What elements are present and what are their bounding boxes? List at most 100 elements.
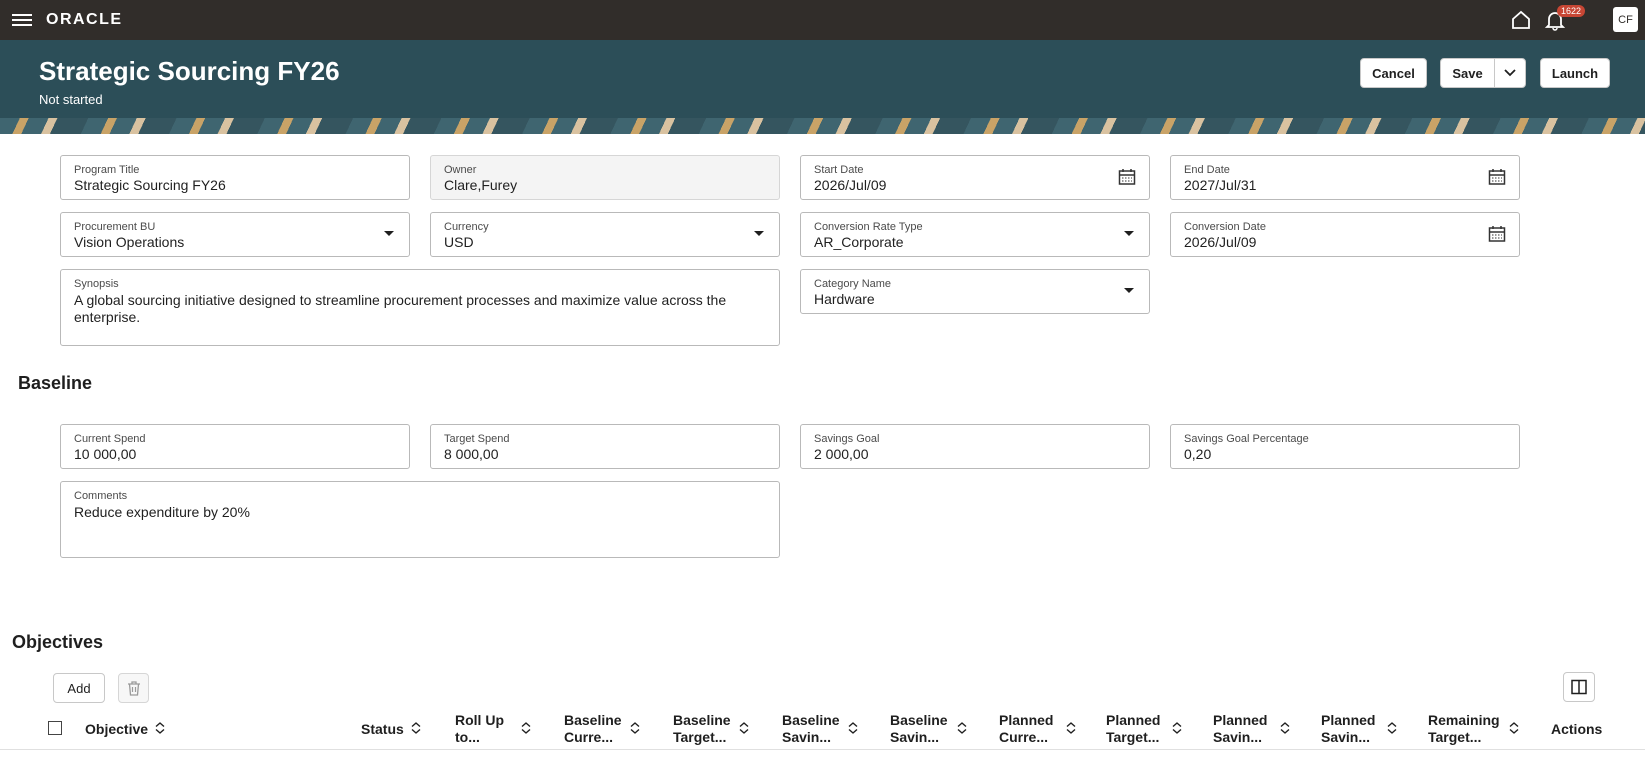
column-header-line: Target...	[1106, 729, 1160, 745]
sort-icon[interactable]	[411, 722, 421, 734]
columns-icon	[1571, 679, 1587, 695]
chevron-down-icon[interactable]	[753, 230, 765, 238]
sort-icon[interactable]	[155, 722, 165, 734]
column-header-line: Curre...	[564, 729, 614, 745]
column-header-line: Savin...	[1213, 729, 1263, 745]
page-header: Strategic Sourcing FY26 Not started Canc…	[0, 40, 1645, 134]
calendar-icon[interactable]	[1488, 168, 1506, 186]
sort-icon[interactable]	[1066, 722, 1076, 734]
objectives-table-header: Objective Status Roll Up to... Baseline Curre…	[0, 704, 1645, 750]
trash-icon	[127, 680, 140, 696]
cancel-button[interactable]: Cancel	[1360, 58, 1427, 88]
column-header[interactable]: Planned Target...	[1106, 712, 1160, 746]
field-label: Savings Goal Percentage	[1184, 433, 1309, 445]
chevron-down-icon[interactable]	[1123, 287, 1135, 295]
columns-button[interactable]	[1563, 672, 1595, 702]
conversion-date-field[interactable]: Conversion Date 2026/Jul/09	[1170, 212, 1520, 257]
sort-icon[interactable]	[957, 722, 967, 734]
launch-button[interactable]: Launch	[1540, 58, 1610, 88]
column-header-line: Savin...	[782, 729, 832, 745]
column-header-line: Roll Up	[455, 712, 504, 728]
field-value: 8 000,00	[444, 446, 499, 462]
oracle-logo[interactable]: ORACLE	[46, 11, 123, 29]
field-value: AR_Corporate	[814, 234, 904, 250]
page-title: Strategic Sourcing FY26	[39, 56, 340, 86]
column-header[interactable]: Baseline Curre...	[564, 712, 622, 746]
column-header-line: Baseline	[890, 712, 948, 728]
field-value: Clare,Furey	[444, 177, 518, 193]
column-header[interactable]: Objective	[85, 721, 148, 738]
column-header-line: Planned	[999, 712, 1054, 728]
column-header[interactable]: Actions	[1551, 721, 1602, 738]
calendar-icon[interactable]	[1488, 225, 1506, 243]
column-header[interactable]: Status	[361, 721, 404, 738]
field-label: Procurement BU	[74, 221, 156, 233]
sort-icon[interactable]	[521, 722, 531, 734]
currency-select[interactable]: Currency USD	[430, 212, 780, 257]
field-value: A global sourcing initiative designed to…	[74, 292, 727, 325]
field-value: 2 000,00	[814, 446, 869, 462]
add-objective-button[interactable]: Add	[53, 673, 105, 703]
field-value: Hardware	[814, 291, 875, 307]
savings-goal-field[interactable]: Savings Goal 2 000,00	[800, 424, 1150, 469]
select-all-checkbox[interactable]	[48, 721, 62, 735]
menu-icon[interactable]	[12, 11, 32, 29]
sort-icon[interactable]	[1509, 722, 1519, 734]
column-header[interactable]: Remaining Target...	[1428, 712, 1500, 746]
column-header-line: Baseline	[782, 712, 840, 728]
column-header[interactable]: Planned Savin...	[1213, 712, 1267, 746]
field-value: 2026/Jul/09	[814, 177, 887, 193]
conversion-rate-type-select[interactable]: Conversion Rate Type AR_Corporate	[800, 212, 1150, 257]
sort-icon[interactable]	[630, 722, 640, 734]
field-value: Strategic Sourcing FY26	[74, 177, 226, 193]
sort-icon[interactable]	[848, 722, 858, 734]
field-value: 10 000,00	[74, 446, 137, 462]
sort-icon[interactable]	[1387, 722, 1397, 734]
avatar[interactable]: CF	[1613, 7, 1638, 32]
column-header-line: Baseline	[673, 712, 731, 728]
current-spend-field[interactable]: Current Spend 10 000,00	[60, 424, 410, 469]
field-label: Program Title	[74, 164, 140, 176]
column-header-line: Savin...	[1321, 729, 1371, 745]
delete-objective-button[interactable]	[118, 673, 149, 703]
target-spend-field[interactable]: Target Spend 8 000,00	[430, 424, 780, 469]
column-header[interactable]: Roll Up to...	[455, 712, 504, 746]
field-value: USD	[444, 234, 474, 250]
column-header[interactable]: Baseline Savin...	[782, 712, 840, 746]
chevron-down-icon[interactable]	[383, 230, 395, 238]
column-header[interactable]: Planned Curre...	[999, 712, 1053, 746]
comments-textarea[interactable]: Comments Reduce expenditure by 20%	[60, 481, 780, 558]
column-header-line: Remaining	[1428, 712, 1500, 728]
program-title-field[interactable]: Program Title Strategic Sourcing FY26	[60, 155, 410, 200]
sort-icon[interactable]	[1172, 722, 1182, 734]
start-date-field[interactable]: Start Date 2026/Jul/09	[800, 155, 1150, 200]
chevron-down-icon[interactable]	[1123, 230, 1135, 238]
column-header-line: Savin...	[890, 729, 940, 745]
home-icon[interactable]	[1510, 9, 1532, 31]
field-label: Category Name	[814, 278, 892, 290]
column-header-line: to...	[455, 729, 480, 745]
save-menu-button[interactable]	[1494, 58, 1526, 88]
column-header[interactable]: Baseline Target...	[673, 712, 731, 746]
field-label: Savings Goal	[814, 433, 880, 445]
savings-goal-percentage-field[interactable]: Savings Goal Percentage 0,20	[1170, 424, 1520, 469]
column-header-line: Curre...	[999, 729, 1049, 745]
baseline-section-title: Baseline	[18, 373, 93, 393]
sort-icon[interactable]	[739, 722, 749, 734]
column-header-line: Actions	[1551, 721, 1603, 737]
procurement-bu-select[interactable]: Procurement BU Vision Operations	[60, 212, 410, 257]
column-header[interactable]: Baseline Savin...	[890, 712, 948, 746]
save-button[interactable]: Save	[1440, 58, 1495, 88]
synopsis-textarea[interactable]: Synopsis A global sourcing initiative de…	[60, 269, 780, 346]
end-date-field[interactable]: End Date 2027/Jul/31	[1170, 155, 1520, 200]
category-name-select[interactable]: Category Name Hardware	[800, 269, 1150, 314]
field-value: Reduce expenditure by 20%	[74, 504, 250, 520]
calendar-icon[interactable]	[1118, 168, 1136, 186]
column-header-line: Planned	[1213, 712, 1268, 728]
sort-icon[interactable]	[1280, 722, 1290, 734]
column-header[interactable]: Planned Savin...	[1321, 712, 1375, 746]
chevron-down-icon	[1504, 69, 1516, 77]
field-label: Owner	[444, 164, 477, 176]
field-label: Comments	[74, 490, 128, 502]
notification-badge: 1622	[1557, 5, 1586, 17]
